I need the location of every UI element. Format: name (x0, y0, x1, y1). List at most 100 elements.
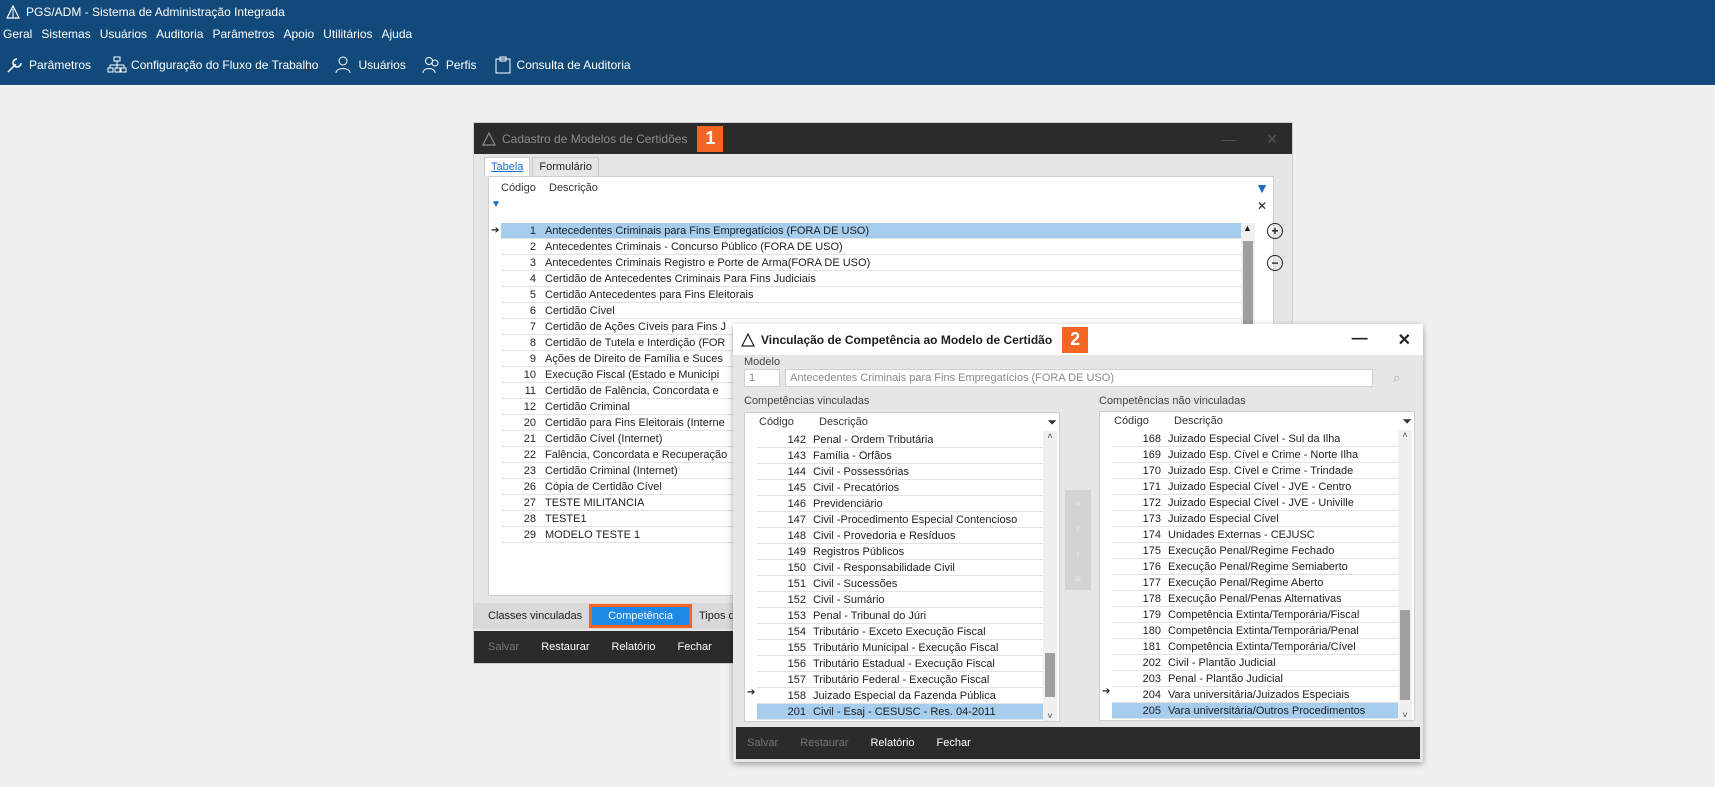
grid-filter-row[interactable]: ▼ ✕ (489, 199, 1273, 215)
table-row[interactable]: 201 Civil - Esaj - CESUSC - Res. 04-2011 (757, 704, 1043, 720)
table-row[interactable]: 1 Antecedentes Criminais para Fins Empreg… (501, 223, 1241, 239)
table-row[interactable]: 150 Civil - Responsabilidade Civil (757, 560, 1043, 576)
move-all-right-icon[interactable]: » (1075, 571, 1082, 585)
linked-scrollbar[interactable]: ˄ ˅ (1043, 431, 1057, 721)
table-row[interactable]: 168 Juizado Especial Cível - Sul da Ilha (1112, 431, 1398, 447)
report-button[interactable]: Relatório (870, 737, 914, 749)
filter-icon[interactable]: ⏷ (1047, 415, 1057, 430)
table-row[interactable]: 179 Competência Extinta/Temporária/Fiscal (1112, 607, 1398, 623)
minimize-icon[interactable]: — (1352, 330, 1368, 350)
close-icon[interactable]: ✕ (1266, 131, 1278, 148)
unlinked-col-code[interactable]: Código (1114, 415, 1174, 427)
col-desc-header[interactable]: Descrição (549, 182, 598, 194)
toolbar-workflow-button[interactable]: Configuração do Fluxo de Trabalho (107, 55, 318, 75)
restore-button[interactable]: Restaurar (800, 737, 848, 749)
table-row[interactable]: 158 Juizado Especial da Fazenda Pública (757, 688, 1043, 704)
table-row[interactable]: 171 Juizado Especial Cível - JVE - Centro (1112, 479, 1398, 495)
model-desc-field[interactable]: Antecedentes Criminais para Fins Emprega… (785, 369, 1373, 387)
save-button[interactable]: Salvar (488, 641, 519, 653)
table-row[interactable]: 145 Civil - Precatórios (757, 480, 1043, 496)
scroll-up-icon[interactable]: ˄ (1043, 431, 1057, 441)
table-row[interactable]: 169 Juizado Esp. Cível e Crime - Norte Il… (1112, 447, 1398, 463)
tab-competencia[interactable]: Competência (589, 604, 692, 628)
table-row[interactable]: 148 Civil - Provedoria e Resíduos (757, 528, 1043, 544)
search-icon[interactable]: ⌕ (1393, 370, 1400, 386)
table-row[interactable]: 170 Juizado Esp. Cível e Crime - Trindade (1112, 463, 1398, 479)
scroll-down-icon[interactable]: ˅ (1043, 711, 1057, 721)
close-button[interactable]: Fechar (678, 641, 712, 653)
menu-geral[interactable]: Geral (3, 27, 32, 41)
table-row[interactable]: 205 Vara universitária/Outros Procediment… (1112, 703, 1398, 719)
report-button[interactable]: Relatório (611, 641, 655, 653)
table-row[interactable]: 181 Competência Extinta/Temporária/Cível (1112, 639, 1398, 655)
toolbar-users-button[interactable]: Usuários (334, 55, 406, 75)
linked-col-desc[interactable]: Descrição (819, 416, 868, 428)
restore-button[interactable]: Restaurar (541, 641, 589, 653)
table-row[interactable]: 157 Tributário Federal - Execução Fiscal (757, 672, 1043, 688)
toolbar-profiles-button[interactable]: Perfis (422, 55, 477, 75)
table-row[interactable]: 4 Certidão de Antecedentes Criminais Para… (501, 271, 1241, 287)
tab-formulario[interactable]: Formulário (532, 157, 599, 176)
col-code-header[interactable]: Código (501, 182, 549, 194)
remove-icon[interactable]: − (1267, 255, 1283, 271)
unlinked-col-desc[interactable]: Descrição (1174, 415, 1223, 427)
menu-apoio[interactable]: Apoio (283, 27, 314, 41)
table-row[interactable]: 203 Penal - Plantão Judicial (1112, 671, 1398, 687)
table-row[interactable]: 175 Execução Penal/Regime Fechado (1112, 543, 1398, 559)
move-right-icon[interactable]: › (1076, 546, 1080, 560)
table-row[interactable]: 176 Execução Penal/Regime Semiaberto (1112, 559, 1398, 575)
move-all-left-icon[interactable]: « (1075, 496, 1082, 510)
table-row[interactable]: 142 Penal - Ordem Tributária (757, 432, 1043, 448)
table-row[interactable]: 152 Civil - Sumário (757, 592, 1043, 608)
table-row[interactable]: 5 Certidão Antecedentes para Fins Eleitor… (501, 287, 1241, 303)
model-code-field[interactable]: 1 (744, 369, 780, 387)
toolbar-params-button[interactable]: Parâmetros (5, 55, 91, 75)
toolbar-audit-button[interactable]: Consulta de Auditoria (493, 55, 631, 75)
minimize-icon[interactable]: — (1222, 131, 1236, 148)
scroll-down-icon[interactable]: ˅ (1398, 710, 1412, 720)
table-row[interactable]: 147 Civil -Procedimento Especial Contenci… (757, 512, 1043, 528)
tab-tabela[interactable]: Tabela (484, 157, 531, 176)
move-left-icon[interactable]: ‹ (1076, 521, 1080, 535)
scroll-thumb[interactable] (1045, 653, 1055, 697)
table-row[interactable]: 151 Civil - Sucessões (757, 576, 1043, 592)
unlinked-scrollbar[interactable]: ˄ ˅ (1398, 430, 1412, 720)
table-row[interactable]: 155 Tributário Municipal - Execução Fisca… (757, 640, 1043, 656)
table-row[interactable]: 202 Civil - Plantão Judicial (1112, 655, 1398, 671)
table-row[interactable]: 6 Certidão Cível (501, 303, 1241, 319)
table-row[interactable]: 180 Competência Extinta/Temporária/Penal (1112, 623, 1398, 639)
table-row[interactable]: 177 Execução Penal/Regime Aberto (1112, 575, 1398, 591)
table-row[interactable]: 144 Civil - Possessórias (757, 464, 1043, 480)
menu-auditoria[interactable]: Auditoria (156, 27, 203, 41)
scroll-thumb[interactable] (1400, 610, 1410, 700)
table-row[interactable]: 154 Tributário - Exceto Execução Fiscal (757, 624, 1043, 640)
menu-sistemas[interactable]: Sistemas (41, 27, 90, 41)
add-icon[interactable]: + (1267, 223, 1283, 239)
table-row[interactable]: 156 Tributário Estadual - Execução Fiscal (757, 656, 1043, 672)
scroll-up-icon[interactable]: ˄ (1398, 430, 1412, 440)
save-button[interactable]: Salvar (747, 737, 778, 749)
filter-icon[interactable]: ⏷ (1402, 414, 1412, 429)
menu-ajuda[interactable]: Ajuda (382, 27, 413, 41)
table-row[interactable]: 143 Família - Órfãos (757, 448, 1043, 464)
menu-usuarios[interactable]: Usuários (100, 27, 147, 41)
tab-classes-vinculadas[interactable]: Classes vinculadas (488, 610, 582, 622)
table-row[interactable]: 149 Registros Públicos (757, 544, 1043, 560)
menu-parametros[interactable]: Parâmetros (212, 27, 274, 41)
menu-utilitarios[interactable]: Utilitários (323, 27, 372, 41)
tab-tipos[interactable]: Tipos d (699, 610, 735, 622)
table-row[interactable]: 2 Antecedentes Criminais - Concurso Públi… (501, 239, 1241, 255)
linked-col-code[interactable]: Código (759, 416, 819, 428)
table-row[interactable]: 153 Penal - Tribunal do Júri (757, 608, 1043, 624)
close-button[interactable]: Fechar (937, 737, 971, 749)
table-row[interactable]: 172 Juizado Especial Cível - JVE - Univil… (1112, 495, 1398, 511)
close-icon[interactable]: ✕ (1398, 330, 1411, 350)
table-row[interactable]: 3 Antecedentes Criminais Registro e Porte… (501, 255, 1241, 271)
table-row[interactable]: 146 Previdenciário (757, 496, 1043, 512)
filter-icon[interactable]: ▼ (1255, 180, 1269, 196)
table-row[interactable]: 174 Unidades Externas - CEJUSC (1112, 527, 1398, 543)
table-row[interactable]: 204 Vara universitária/Juizados Especiais (1112, 687, 1398, 703)
scroll-up-icon[interactable]: ▲ (1243, 223, 1252, 233)
table-row[interactable]: 173 Juizado Especial Cível (1112, 511, 1398, 527)
clear-filter-icon[interactable]: ✕ (1257, 199, 1267, 213)
